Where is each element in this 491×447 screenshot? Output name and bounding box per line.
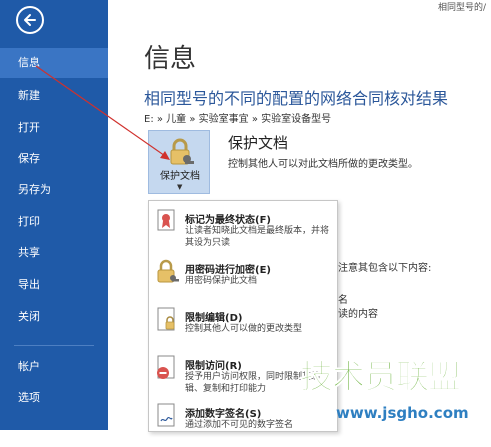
- document-title: 相同型号的不同的配置的网络合同核对结果: [144, 89, 449, 108]
- sidebar-item-save-as[interactable]: 另存为: [0, 175, 108, 205]
- protect-section-title: 保护文档: [228, 134, 289, 152]
- document-restricted-icon: [157, 355, 175, 379]
- menu-item-description: 让读者知晓此文档是最终版本，并将其设为只读: [185, 226, 330, 248]
- protect-document-button[interactable]: 保护文档 ▼: [148, 130, 210, 194]
- protect-section-description: 控制其他人可以对此文档所做的更改类型。: [228, 159, 418, 170]
- sidebar-item-share[interactable]: 共享: [0, 238, 108, 268]
- sidebar-item-new[interactable]: 新建: [0, 81, 108, 111]
- window-title-fragment: 相同型号的/: [438, 3, 487, 13]
- menu-item-title: 添加数字签名(S): [185, 409, 262, 420]
- sidebar-item-label: 新建: [18, 89, 40, 102]
- document-lock-icon: [157, 307, 175, 331]
- watermark-logo: 技术员联盟 www.jsgho.com: [300, 350, 490, 430]
- menu-item-title: 标记为最终状态(F): [185, 215, 271, 226]
- sidebar-item-label: 保存: [18, 152, 40, 165]
- watermark-url: www.jsgho.com: [336, 404, 469, 422]
- sidebar-item-close[interactable]: 关闭: [0, 302, 108, 332]
- inspect-text-fragment: 读的内容: [338, 309, 378, 320]
- sidebar-item-label: 帐户: [18, 360, 40, 373]
- menu-item-description: 控制其他人可以做的更改类型: [185, 324, 303, 334]
- sidebar-item-label: 信息: [18, 56, 40, 69]
- inspect-text-fragment: 名: [338, 295, 348, 306]
- sidebar-item-label: 打开: [18, 121, 40, 134]
- protect-document-button-label: 保护文档: [160, 171, 200, 182]
- sidebar-item-label: 另存为: [18, 183, 51, 196]
- sidebar-divider: [14, 345, 94, 346]
- sidebar-item-info[interactable]: 信息: [0, 48, 108, 78]
- sidebar-item-label: 选项: [18, 391, 40, 404]
- sidebar-item-label: 打印: [18, 215, 40, 228]
- lock-key-icon: [157, 259, 179, 283]
- sidebar-item-export[interactable]: 导出: [0, 270, 108, 300]
- document-signature-icon: [157, 403, 175, 427]
- sidebar-item-open[interactable]: 打开: [0, 113, 108, 143]
- menu-item-restrict-editing[interactable]: 限制编辑(D) 控制其他人可以做的更改类型: [149, 303, 337, 351]
- chevron-down-icon: ▼: [177, 183, 183, 191]
- sidebar-item-label: 关闭: [18, 310, 40, 323]
- sidebar-item-account[interactable]: 帐户: [0, 352, 108, 382]
- page-title: 信息: [144, 44, 197, 74]
- menu-item-encrypt-password[interactable]: 用密码进行加密(E) 用密码保护此文档: [149, 255, 337, 303]
- sidebar-item-save[interactable]: 保存: [0, 144, 108, 174]
- ribbon-certificate-icon: [157, 209, 175, 231]
- menu-item-title: 限制访问(R): [185, 361, 242, 372]
- back-button[interactable]: [16, 6, 44, 34]
- sidebar-item-print[interactable]: 打印: [0, 207, 108, 237]
- sidebar-item-label: 导出: [18, 278, 40, 291]
- sidebar-item-label: 共享: [18, 246, 40, 259]
- inspect-text-fragment: 注意其包含以下内容:: [338, 263, 432, 274]
- lock-key-icon: [170, 138, 194, 165]
- menu-item-description: 用密码保护此文档: [185, 276, 258, 286]
- menu-item-title: 用密码进行加密(E): [185, 265, 271, 276]
- menu-item-mark-final[interactable]: 标记为最终状态(F) 让读者知晓此文档是最终版本，并将其设为只读: [149, 205, 337, 253]
- backstage-sidebar: 信息 新建 打开 保存 另存为 打印 共享 导出 关闭 帐户 选项: [0, 0, 108, 430]
- watermark-title: 技术员联盟: [300, 357, 462, 397]
- menu-item-title: 限制编辑(D): [185, 313, 243, 324]
- sidebar-item-options[interactable]: 选项: [0, 383, 108, 413]
- breadcrumb: E: » 儿童 » 实验室事宜 » 实验室设备型号: [144, 114, 332, 125]
- back-arrow-icon: [24, 14, 36, 26]
